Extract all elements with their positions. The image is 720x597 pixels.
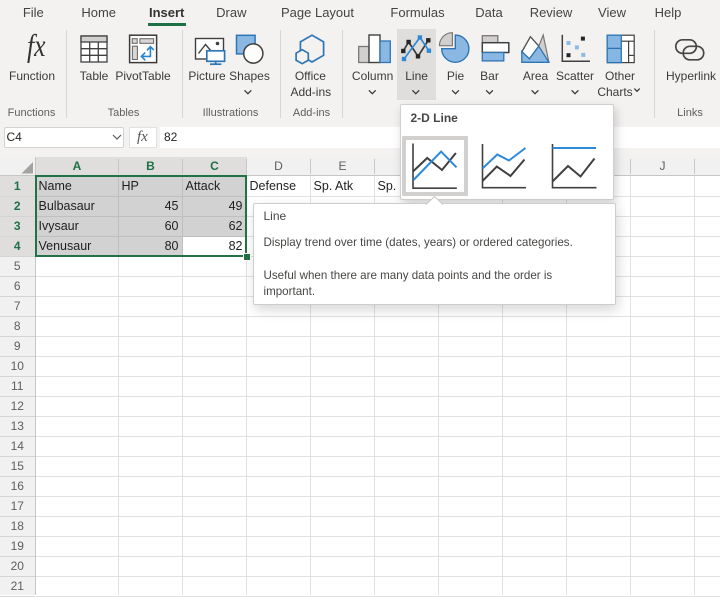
svg-text:fx: fx [27,28,46,63]
